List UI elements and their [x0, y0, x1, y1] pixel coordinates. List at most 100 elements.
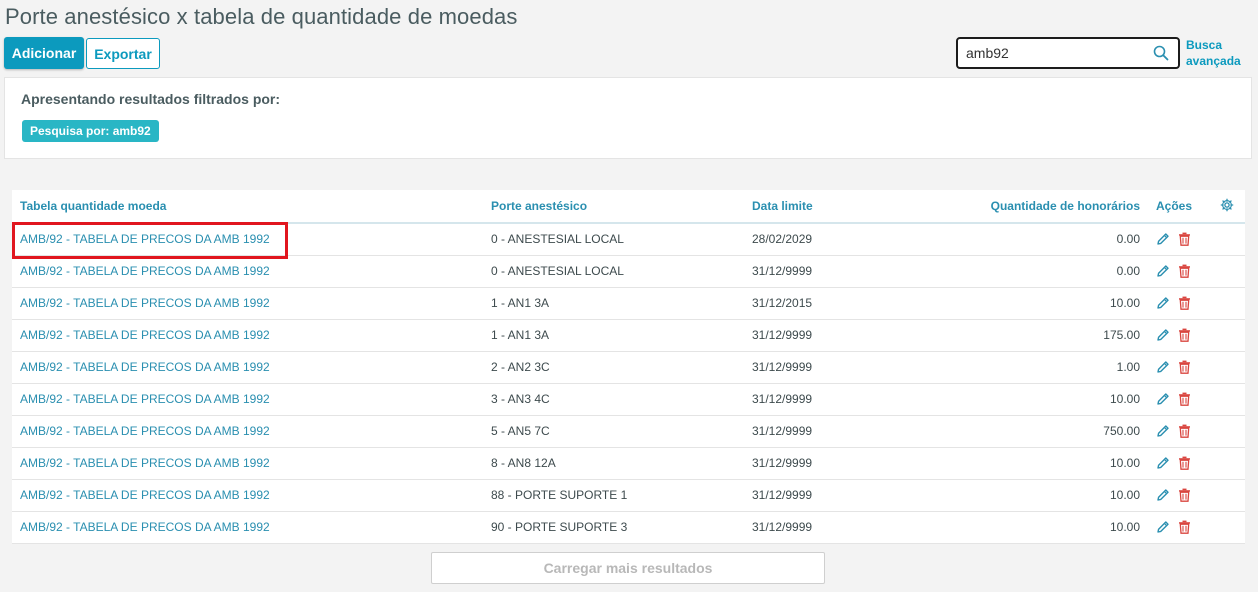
load-more-button[interactable]: Carregar mais resultados	[431, 552, 825, 584]
trash-icon[interactable]	[1178, 424, 1192, 438]
cell-porte: 88 - PORTE SUPORTE 1	[483, 479, 744, 512]
cell-acoes	[1148, 415, 1208, 448]
table-row[interactable]: AMB/92 - TABELA DE PRECOS DA AMB 1992 3 -…	[12, 383, 1245, 416]
results-table: Tabela quantidade moeda Porte anestésico…	[12, 190, 1245, 544]
table-row[interactable]: AMB/92 - TABELA DE PRECOS DA AMB 1992 5 -…	[12, 415, 1245, 448]
cell-acoes	[1148, 319, 1208, 352]
column-settings[interactable]	[1208, 190, 1245, 224]
cell-tabela[interactable]: AMB/92 - TABELA DE PRECOS DA AMB 1992	[12, 511, 483, 544]
export-button[interactable]: Exportar	[86, 38, 160, 69]
column-header-tabela[interactable]: Tabela quantidade moeda	[12, 190, 483, 224]
cell-tabela[interactable]: AMB/92 - TABELA DE PRECOS DA AMB 1992	[12, 287, 483, 320]
trash-icon[interactable]	[1178, 232, 1192, 247]
trash-icon[interactable]	[1178, 328, 1192, 342]
cell-empty	[1208, 351, 1245, 384]
cell-data-limite: 31/12/9999	[744, 351, 924, 384]
column-header-data[interactable]: Data limite	[744, 190, 924, 224]
gear-icon[interactable]	[1220, 198, 1234, 215]
cell-acoes	[1148, 223, 1208, 256]
cell-acoes	[1148, 351, 1208, 384]
search-box[interactable]	[956, 37, 1180, 69]
table-row[interactable]: AMB/92 - TABELA DE PRECOS DA AMB 1992 2 -…	[12, 351, 1245, 384]
trash-icon[interactable]	[1178, 488, 1192, 502]
cell-acoes	[1148, 255, 1208, 288]
cell-quantidade: 0.00	[924, 255, 1148, 288]
cell-empty	[1208, 447, 1245, 480]
cell-data-limite: 31/12/9999	[744, 447, 924, 480]
cell-porte: 8 - AN8 12A	[483, 447, 744, 480]
table-row[interactable]: AMB/92 - TABELA DE PRECOS DA AMB 1992 88 …	[12, 479, 1245, 512]
cell-empty	[1208, 223, 1245, 256]
pencil-icon[interactable]	[1156, 424, 1170, 438]
trash-icon[interactable]	[1178, 360, 1192, 374]
cell-data-limite: 31/12/9999	[744, 479, 924, 512]
cell-empty	[1208, 479, 1245, 512]
column-header-acoes: Ações	[1148, 190, 1208, 224]
pencil-icon[interactable]	[1156, 392, 1170, 406]
pencil-icon[interactable]	[1156, 456, 1170, 470]
cell-quantidade: 10.00	[924, 447, 1148, 480]
cell-porte: 1 - AN1 3A	[483, 319, 744, 352]
cell-acoes	[1148, 383, 1208, 416]
table-row[interactable]: AMB/92 - TABELA DE PRECOS DA AMB 1992 1 -…	[12, 319, 1245, 352]
cell-empty	[1208, 415, 1245, 448]
cell-data-limite: 31/12/9999	[744, 383, 924, 416]
cell-data-limite: 31/12/2015	[744, 287, 924, 320]
trash-icon[interactable]	[1178, 264, 1192, 278]
table-row[interactable]: AMB/92 - TABELA DE PRECOS DA AMB 1992 0 -…	[12, 223, 1245, 256]
cell-tabela[interactable]: AMB/92 - TABELA DE PRECOS DA AMB 1992	[12, 319, 483, 352]
cell-quantidade: 10.00	[924, 511, 1148, 544]
pencil-icon[interactable]	[1156, 296, 1170, 310]
column-header-quantidade[interactable]: Quantidade de honorários	[924, 190, 1148, 224]
filter-title: Apresentando resultados filtrados por:	[21, 91, 281, 107]
cell-quantidade: 1.00	[924, 351, 1148, 384]
pencil-icon[interactable]	[1156, 360, 1170, 374]
cell-porte: 3 - AN3 4C	[483, 383, 744, 416]
table-header-row: Tabela quantidade moeda Porte anestésico…	[12, 190, 1245, 224]
cell-porte: 2 - AN2 3C	[483, 351, 744, 384]
cell-data-limite: 31/12/9999	[744, 255, 924, 288]
cell-acoes	[1148, 511, 1208, 544]
cell-porte: 1 - AN1 3A	[483, 287, 744, 320]
pencil-icon[interactable]	[1156, 520, 1170, 534]
pencil-icon[interactable]	[1156, 264, 1170, 278]
trash-icon[interactable]	[1178, 296, 1192, 310]
pencil-icon[interactable]	[1156, 232, 1170, 246]
cell-quantidade: 10.00	[924, 479, 1148, 512]
trash-icon[interactable]	[1178, 392, 1192, 406]
cell-tabela[interactable]: AMB/92 - TABELA DE PRECOS DA AMB 1992	[12, 255, 483, 288]
search-icon[interactable]	[1148, 40, 1174, 66]
cell-tabela[interactable]: AMB/92 - TABELA DE PRECOS DA AMB 1992	[12, 415, 483, 448]
table-row[interactable]: AMB/92 - TABELA DE PRECOS DA AMB 1992 8 -…	[12, 447, 1245, 480]
pencil-icon[interactable]	[1156, 488, 1170, 502]
cell-empty	[1208, 319, 1245, 352]
cell-porte: 0 - ANESTESIAL LOCAL	[483, 255, 744, 288]
table-row[interactable]: AMB/92 - TABELA DE PRECOS DA AMB 1992 0 -…	[12, 255, 1245, 288]
trash-icon[interactable]	[1178, 456, 1192, 470]
advanced-search-line1: Busca	[1186, 38, 1223, 52]
table-row[interactable]: AMB/92 - TABELA DE PRECOS DA AMB 1992 90 …	[12, 511, 1245, 544]
cell-tabela[interactable]: AMB/92 - TABELA DE PRECOS DA AMB 1992	[12, 447, 483, 480]
search-input[interactable]	[966, 45, 1148, 61]
trash-icon[interactable]	[1178, 520, 1192, 534]
cell-tabela[interactable]: AMB/92 - TABELA DE PRECOS DA AMB 1992	[12, 351, 483, 384]
cell-data-limite: 31/12/9999	[744, 319, 924, 352]
cell-empty	[1208, 287, 1245, 320]
table-row[interactable]: AMB/92 - TABELA DE PRECOS DA AMB 1992 1 -…	[12, 287, 1245, 320]
cell-quantidade: 10.00	[924, 287, 1148, 320]
advanced-search-link[interactable]: Busca avançada	[1186, 37, 1246, 69]
cell-data-limite: 28/02/2029	[744, 223, 924, 256]
cell-acoes	[1148, 447, 1208, 480]
column-header-porte[interactable]: Porte anestésico	[483, 190, 744, 224]
cell-porte: 90 - PORTE SUPORTE 3	[483, 511, 744, 544]
cell-tabela[interactable]: AMB/92 - TABELA DE PRECOS DA AMB 1992	[12, 223, 483, 256]
cell-tabela[interactable]: AMB/92 - TABELA DE PRECOS DA AMB 1992	[12, 479, 483, 512]
add-button[interactable]: Adicionar	[4, 37, 84, 69]
pencil-icon[interactable]	[1156, 328, 1170, 342]
cell-tabela[interactable]: AMB/92 - TABELA DE PRECOS DA AMB 1992	[12, 383, 483, 416]
cell-quantidade: 10.00	[924, 383, 1148, 416]
cell-data-limite: 31/12/9999	[744, 511, 924, 544]
cell-data-limite: 31/12/9999	[744, 415, 924, 448]
filter-tag[interactable]: Pesquisa por: amb92	[22, 120, 159, 142]
advanced-search-line2: avançada	[1186, 54, 1241, 68]
